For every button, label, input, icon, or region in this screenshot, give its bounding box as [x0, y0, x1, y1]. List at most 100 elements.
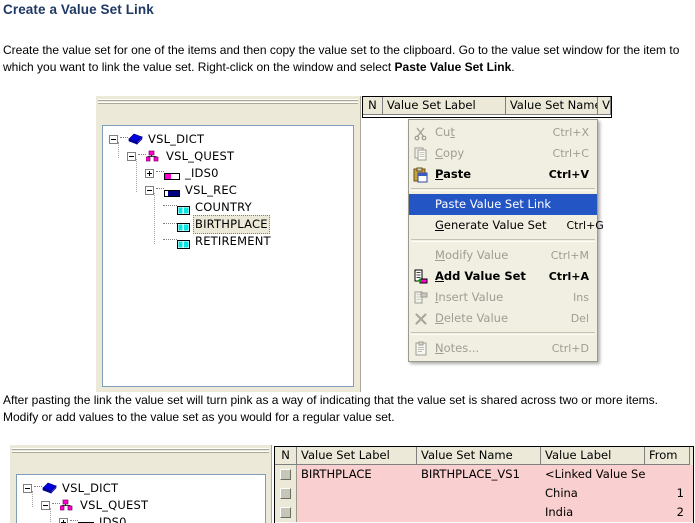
row-selector-cell[interactable]: [275, 484, 297, 503]
menu-item-accel: Ctrl+C: [552, 147, 589, 160]
tree-dots: [70, 520, 78, 522]
row-selector-cell[interactable]: [275, 503, 297, 522]
bottom-grid-header-value-label[interactable]: Value Label: [541, 447, 645, 465]
table-row[interactable]: India 2: [275, 503, 693, 522]
tree-node-label: VSL_QUEST: [166, 148, 235, 163]
tree-node-vsl-rec[interactable]: VSL_REC: [145, 181, 239, 198]
notes-icon: [413, 341, 429, 357]
paste-icon: [413, 167, 429, 183]
intro-paragraph-text-1: Create the value set for one of the item…: [3, 43, 680, 74]
row-selector-box[interactable]: [280, 488, 291, 499]
collapse-minus-icon[interactable]: [145, 185, 154, 195]
tree-dots: [34, 486, 42, 488]
menu-item-label: Delete Value: [435, 311, 509, 325]
menu-item-add-value-set[interactable]: Add Value Set Ctrl+A: [409, 266, 597, 287]
tree-node-vsl-dict[interactable]: VSL_DICT: [109, 130, 206, 147]
menu-item-delete-value[interactable]: Delete Value Del: [409, 308, 597, 329]
tree-node-birthplace[interactable]: BIRTHPLACE: [163, 215, 270, 234]
idfield-icon: [78, 518, 94, 523]
expand-plus-icon[interactable]: [145, 168, 154, 178]
collapse-minus-icon[interactable]: [41, 500, 50, 510]
collapse-minus-icon[interactable]: [127, 151, 136, 161]
top-grid-header-value-set-name[interactable]: Value Set Name: [505, 97, 599, 115]
bottom-grid-header-value-set-label[interactable]: Value Set Label: [297, 447, 417, 465]
menu-item-generate-value-set[interactable]: Generate Value Set Ctrl+G: [409, 215, 604, 236]
menu-separator-3: [411, 332, 595, 335]
tree-node-label: VSL_QUEST: [80, 497, 149, 512]
cell-value-set-name[interactable]: BIRTHPLACE_VS1: [417, 465, 541, 484]
tree-connector-3: [154, 193, 156, 244]
menu-item-label: Modify Value: [435, 248, 509, 262]
collapse-minus-icon[interactable]: [109, 134, 118, 144]
tree-node-ids0[interactable]: IDS0: [59, 513, 129, 523]
menu-item-label: Cut: [435, 125, 455, 139]
menu-item-copy[interactable]: Copy Ctrl+C: [409, 143, 597, 164]
scissors-icon: [413, 125, 429, 141]
expand-plus-icon[interactable]: [59, 517, 68, 523]
collapse-minus-icon[interactable]: [23, 483, 32, 493]
cell-value-label[interactable]: <Linked Value Set>: [541, 465, 645, 484]
bottom-tree[interactable]: VSL_DICT VSL_QUEST IDS0: [17, 475, 265, 523]
cell-value-label[interactable]: China: [541, 484, 645, 503]
row-selector-box[interactable]: [280, 469, 291, 480]
tree-node-country[interactable]: COUNTRY: [163, 198, 254, 215]
tree-node-label: _IDS0: [185, 165, 219, 180]
menu-item-notes[interactable]: Notes... Ctrl+D: [409, 338, 597, 359]
top-tree-panel[interactable]: VSL_DICT VSL_QUEST _IDS0 VSL_REC COUNTRY…: [102, 125, 354, 387]
tree-node-ids0[interactable]: _IDS0: [145, 164, 221, 181]
tree-node-vsl-dict[interactable]: VSL_DICT: [23, 479, 120, 496]
copy-icon: [413, 146, 429, 162]
bottom-grid-header-row: N Value Set Label Value Set Name Value L…: [275, 447, 693, 465]
row-selector-box[interactable]: [280, 507, 291, 518]
context-menu[interactable]: Cut Ctrl+X Copy Ctrl+C Paste Ctrl+V Past…: [408, 119, 604, 362]
tree-node-label: IDS0: [99, 514, 127, 523]
bottom-grid-header-from[interactable]: From: [645, 447, 690, 465]
cell-from[interactable]: 1: [645, 484, 690, 503]
menu-item-accel: Ctrl+M: [550, 249, 589, 262]
table-row[interactable]: China 1: [275, 484, 693, 503]
tree-node-retirement[interactable]: RETIREMENT: [163, 232, 273, 249]
cell-from[interactable]: [645, 465, 690, 484]
menu-item-label: Generate Value Set: [435, 218, 547, 232]
menu-item-paste-value-set-link[interactable]: Paste Value Set Link: [409, 194, 597, 215]
tree-node-label: RETIREMENT: [195, 233, 271, 248]
top-tree[interactable]: VSL_DICT VSL_QUEST _IDS0 VSL_REC COUNTRY…: [103, 126, 353, 386]
menu-item-accel: Del: [570, 312, 589, 325]
menu-item-cut[interactable]: Cut Ctrl+X: [409, 122, 597, 143]
menu-item-modify-value[interactable]: Modify Value Ctrl+M: [409, 245, 597, 266]
top-grid-header-n[interactable]: N: [363, 97, 383, 115]
cell-value-label[interactable]: India: [541, 503, 645, 522]
second-paragraph: After pasting the link the value set wil…: [3, 393, 658, 424]
tree-node-label: VSL_DICT: [62, 480, 119, 495]
top-grid-header-value-label-clipped[interactable]: V: [598, 97, 611, 115]
cell-from[interactable]: 2: [645, 503, 690, 522]
menu-item-accel: Ctrl+A: [548, 270, 589, 283]
bottom-grid-header-n[interactable]: N: [275, 447, 297, 465]
cell-value-set-label[interactable]: BIRTHPLACE: [297, 465, 417, 484]
delete-x-icon: [413, 311, 429, 327]
cell-value-set-label[interactable]: [297, 484, 417, 503]
menu-item-insert-value[interactable]: Insert Value Ins: [409, 287, 597, 308]
cell-value-set-label[interactable]: [297, 503, 417, 522]
table-row[interactable]: BIRTHPLACE BIRTHPLACE_VS1 <Linked Value …: [275, 465, 693, 484]
menu-item-paste[interactable]: Paste Ctrl+V: [409, 164, 597, 185]
tree-node-vsl-quest[interactable]: VSL_QUEST: [41, 496, 150, 513]
tree-node-vsl-quest[interactable]: VSL_QUEST: [127, 147, 236, 164]
top-grid-header-value-set-label[interactable]: Value Set Label: [382, 97, 506, 115]
bottom-value-set-grid[interactable]: N Value Set Label Value Set Name Value L…: [274, 446, 694, 523]
cell-value-set-name[interactable]: [417, 503, 541, 522]
record-icon: [164, 186, 180, 197]
bottom-tree-panel[interactable]: VSL_DICT VSL_QUEST IDS0: [16, 474, 266, 523]
intro-paragraph-text-2: .: [511, 59, 515, 74]
cell-value-set-name[interactable]: [417, 484, 541, 503]
menu-item-label: Notes...: [435, 341, 480, 355]
tree-dots: [156, 171, 164, 173]
bottom-grid-header-value-set-name[interactable]: Value Set Name: [417, 447, 541, 465]
tree-dots: [52, 503, 60, 505]
row-selector-cell[interactable]: [275, 465, 297, 484]
top-value-set-grid[interactable]: N Value Set Label Value Set Name V: [362, 96, 612, 118]
menu-item-accel: Ctrl+G: [566, 219, 604, 232]
field-icon: [177, 203, 190, 215]
insert-value-icon: [413, 290, 429, 306]
menu-item-label: Paste: [435, 167, 472, 181]
